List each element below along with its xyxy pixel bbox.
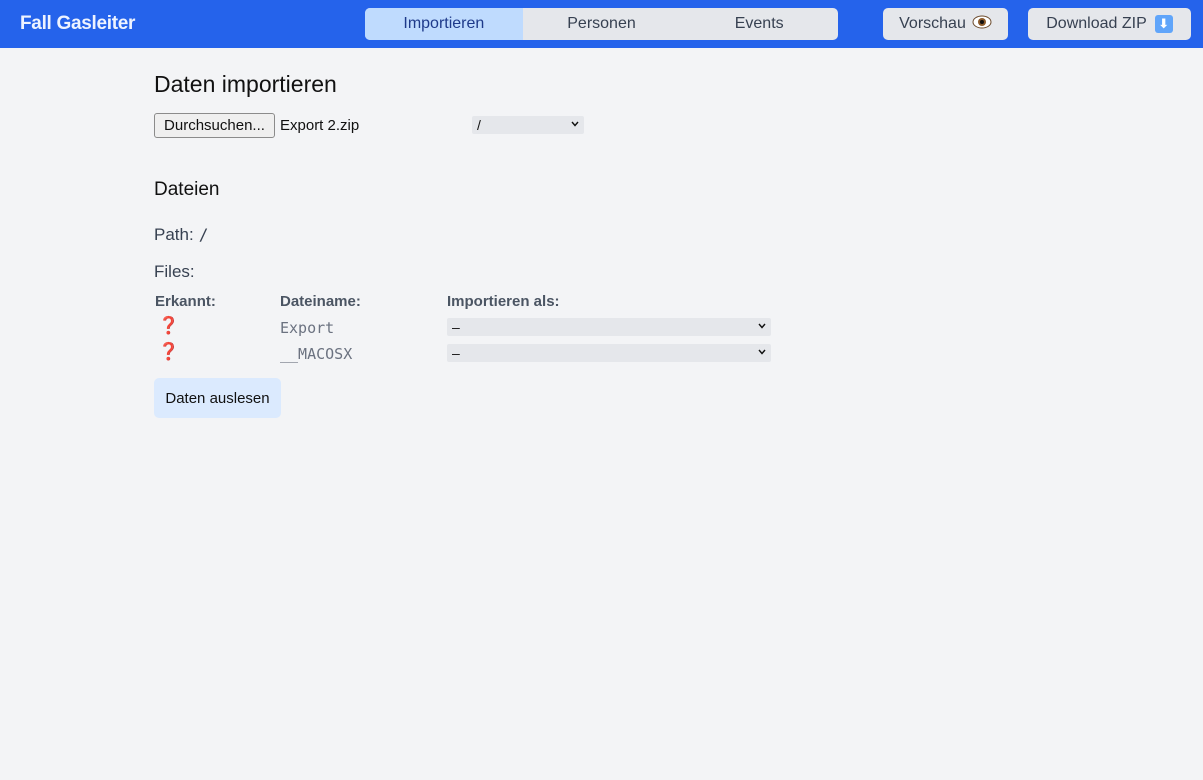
import-as-value: – [452, 345, 460, 361]
import-as-select-macosx[interactable]: – [447, 344, 771, 362]
files-label: Files: [154, 262, 195, 281]
import-as-select-export[interactable]: – [447, 318, 771, 336]
tab-importieren[interactable]: Importieren [365, 8, 523, 40]
path-line: Path: / [154, 225, 208, 245]
top-bar: Fall Gasleiter Importieren Personen Even… [0, 0, 1203, 48]
down-arrow-icon: ⬇ [1154, 15, 1173, 33]
chevron-down-icon [758, 349, 766, 355]
chevron-down-icon [571, 121, 579, 127]
eye-icon [972, 15, 992, 34]
tab-personen[interactable]: Personen [523, 8, 681, 40]
file-name-macosx: __MACOSX [280, 345, 353, 363]
tab-bar: Importieren Personen Events [365, 8, 838, 40]
unknown-icon: ❓ [158, 316, 180, 335]
column-header-filename: Dateiname: [280, 293, 361, 310]
download-zip-button[interactable]: Download ZIP ⬇ [1028, 8, 1191, 40]
browse-button[interactable]: Durchsuchen... [154, 113, 275, 138]
root-path-select-value: / [477, 117, 481, 133]
files-heading: Dateien [154, 179, 220, 200]
read-data-button[interactable]: Daten auslesen [154, 378, 281, 418]
selected-file-name: Export 2.zip [280, 117, 360, 134]
column-header-recognized: Erkannt: [155, 293, 216, 310]
path-value: / [198, 225, 209, 244]
unknown-icon: ❓ [158, 342, 180, 361]
root-path-select[interactable]: / [472, 116, 584, 134]
import-as-value: – [452, 319, 460, 335]
file-name-export: Export [280, 319, 335, 337]
app-title[interactable]: Fall Gasleiter [20, 13, 135, 35]
download-button-label: Download ZIP [1046, 15, 1147, 32]
path-label: Path: [154, 225, 194, 244]
preview-button[interactable]: Vorschau [883, 8, 1008, 40]
chevron-down-icon [758, 323, 766, 329]
column-header-import-as: Importieren als: [447, 293, 560, 310]
page-title: Daten importieren [154, 71, 337, 97]
preview-button-label: Vorschau [899, 15, 966, 32]
tab-events[interactable]: Events [680, 8, 838, 40]
